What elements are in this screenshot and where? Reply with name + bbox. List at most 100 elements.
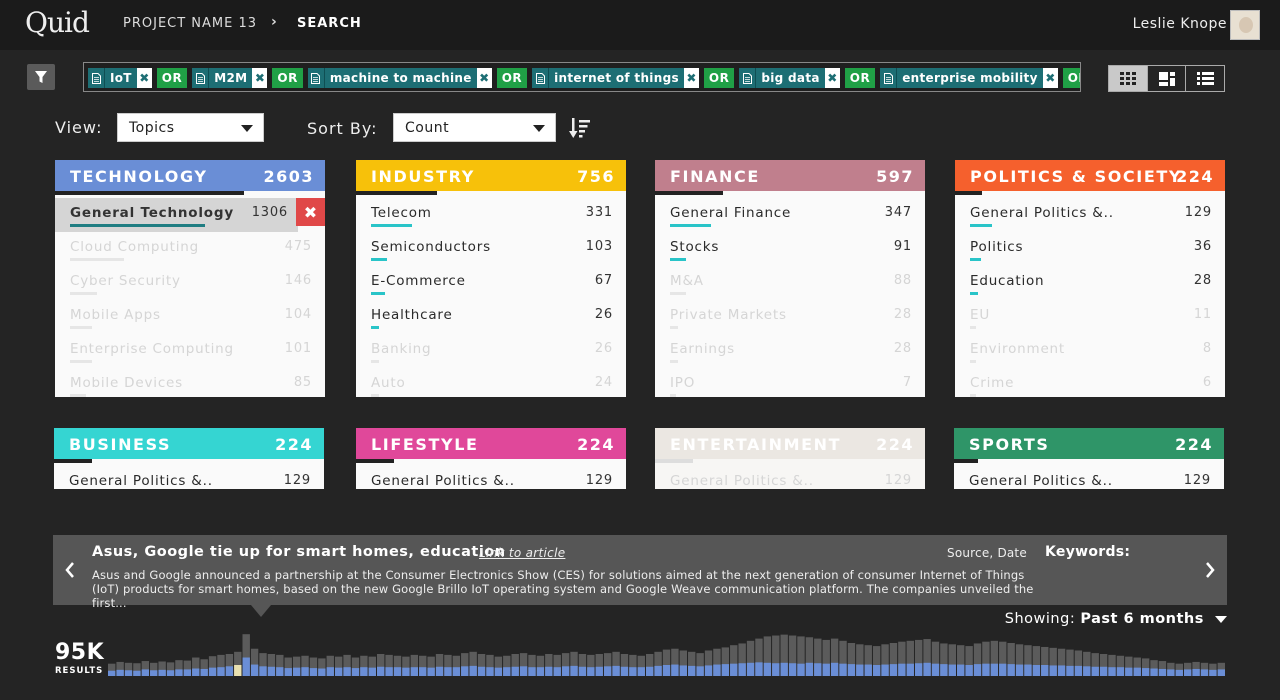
sort-select[interactable]: Count [393, 113, 556, 142]
topic-row[interactable]: Mobile Apps 104 [55, 300, 325, 334]
category-card[interactable]: BUSINESS 224 General Politics &.. 129 [54, 428, 324, 489]
histogram-bar-segment [1066, 665, 1074, 676]
topic-count: 67 [594, 273, 613, 288]
user-name[interactable]: Leslie Knope [1133, 16, 1227, 32]
topic-row[interactable]: E-Commerce 67 [356, 266, 626, 300]
topic-row[interactable]: Cyber Security 146 [55, 266, 325, 300]
histogram-bar-segment [788, 663, 797, 676]
histogram-bar-segment [486, 667, 494, 676]
grid-view-button[interactable] [1109, 66, 1148, 91]
category-card[interactable]: SPORTS 224 General Politics &.. 129 [954, 428, 1224, 489]
article-link[interactable]: Link to article [479, 546, 565, 560]
topic-row[interactable]: Enterprise Computing 101 [55, 334, 325, 368]
close-icon[interactable]: ✖ [296, 198, 325, 226]
histogram-bar-segment [957, 664, 965, 676]
card-header[interactable]: BUSINESS 224 [54, 428, 324, 459]
card-header[interactable]: LIFESTYLE 224 [356, 428, 626, 459]
histogram-bar-segment [360, 667, 368, 676]
topic-row[interactable]: Telecom 331 [356, 198, 626, 232]
topic-row[interactable]: Stocks 91 [655, 232, 925, 266]
topic-bar [970, 292, 978, 295]
topic-count: 475 [284, 239, 312, 254]
histogram-bar-segment [1074, 665, 1083, 676]
or-operator[interactable]: OR [1062, 68, 1080, 88]
breadcrumb-project[interactable]: PROJECT NAME 13 [123, 16, 257, 31]
topic-row[interactable]: Mobile Devices 85 [55, 368, 325, 397]
quid-logo[interactable]: Quid [25, 6, 90, 39]
close-icon[interactable]: ✖ [1042, 68, 1058, 88]
close-icon[interactable]: ✖ [476, 68, 492, 88]
category-card[interactable]: TECHNOLOGY 2603 General Technology 1306 ✖ Clo… [55, 160, 325, 397]
topic-bar [970, 326, 976, 329]
topic-row[interactable]: General Technology 1306 ✖ [55, 198, 325, 232]
topic-row[interactable]: General Politics &.. 129 [954, 466, 1224, 489]
chevron-left-icon[interactable] [65, 562, 75, 582]
or-operator[interactable]: OR [703, 68, 735, 88]
topic-row[interactable]: Crime 6 [955, 368, 1225, 397]
article-title[interactable]: Asus, Google tie up for smart homes, edu… [92, 544, 506, 560]
sort-order-icon[interactable] [569, 117, 591, 143]
topic-row[interactable]: Banking 26 [356, 334, 626, 368]
card-header[interactable]: TECHNOLOGY 2603 [55, 160, 325, 191]
mosaic-view-button[interactable] [1148, 66, 1187, 91]
sort-select-value: Count [405, 120, 450, 136]
category-card[interactable]: FINANCE 597 General Finance 347 Stocks 91 M&A 8… [655, 160, 925, 397]
topic-row[interactable]: M&A 88 [655, 266, 925, 300]
histogram-bar-segment [528, 667, 536, 676]
card-header[interactable]: INDUSTRY 756 [356, 160, 626, 191]
card-header[interactable]: SPORTS 224 [954, 428, 1224, 459]
query-box[interactable]: IoT ✖ OR M2M ✖ OR machine to machine ✖ OR interne… [83, 62, 1081, 92]
topic-row[interactable]: Environment 8 [955, 334, 1225, 368]
topic-row[interactable]: Education 28 [955, 266, 1225, 300]
topic-row[interactable]: Healthcare 26 [356, 300, 626, 334]
category-card[interactable]: LIFESTYLE 224 General Politics &.. 129 [356, 428, 626, 489]
category-card[interactable]: ENTERTAINMENT 224 General Politics &.. 129 [655, 428, 925, 489]
or-operator[interactable]: OR [156, 68, 188, 88]
results-histogram[interactable] [108, 632, 1226, 676]
filter-icon[interactable] [27, 64, 55, 90]
topic-bar [970, 394, 976, 397]
topic-row[interactable]: General Politics &.. 129 [356, 466, 626, 489]
or-operator[interactable]: OR [844, 68, 876, 88]
category-card[interactable]: POLITICS & SOCIETY 224 General Politics &.… [955, 160, 1225, 397]
histogram-bar-segment [679, 665, 688, 676]
card-header[interactable]: POLITICS & SOCIETY 224 [955, 160, 1225, 191]
topic-row[interactable]: General Politics &.. 129 [655, 466, 925, 489]
close-icon[interactable]: ✖ [683, 68, 699, 88]
chevron-down-icon [241, 125, 253, 132]
topic-bar [371, 292, 385, 295]
category-card[interactable]: INDUSTRY 756 Telecom 331 Semiconductors 103 E-… [356, 160, 626, 397]
topic-row[interactable]: General Politics &.. 129 [54, 466, 324, 489]
close-icon[interactable]: ✖ [136, 68, 152, 88]
time-range-selector[interactable]: Showing: Past 6 months [1005, 611, 1227, 627]
list-view-button[interactable] [1186, 66, 1224, 91]
topic-row[interactable]: Cloud Computing 475 [55, 232, 325, 266]
histogram-bar-segment [772, 663, 780, 676]
query-tag-label: machine to machine [329, 71, 472, 85]
or-operator[interactable]: OR [496, 68, 528, 88]
results-count: 95K [55, 640, 105, 665]
topic-row[interactable]: General Politics &.. 129 [955, 198, 1225, 232]
topic-row[interactable]: IPO 7 [655, 368, 925, 397]
topic-row[interactable]: Politics 36 [955, 232, 1225, 266]
topic-row[interactable]: Auto 24 [356, 368, 626, 397]
topic-row[interactable]: Private Markets 28 [655, 300, 925, 334]
close-icon[interactable]: ✖ [252, 68, 268, 88]
histogram-bar-segment [654, 665, 662, 676]
chevron-right-icon[interactable] [1205, 562, 1215, 582]
topic-row[interactable]: General Finance 347 [655, 198, 925, 232]
close-icon[interactable]: ✖ [824, 68, 840, 88]
card-header[interactable]: ENTERTAINMENT 224 [655, 428, 925, 459]
card-header[interactable]: FINANCE 597 [655, 160, 925, 191]
topic-row[interactable]: Earnings 28 [655, 334, 925, 368]
topic-bar [970, 224, 992, 227]
topic-label: Earnings [670, 341, 735, 357]
card-title: BUSINESS [69, 435, 172, 454]
view-select[interactable]: Topics [117, 113, 264, 142]
histogram-bar-segment [410, 667, 419, 676]
or-operator[interactable]: OR [272, 68, 303, 88]
topic-bar [970, 258, 981, 261]
topic-row[interactable]: EU 11 [955, 300, 1225, 334]
avatar[interactable] [1230, 10, 1260, 40]
topic-row[interactable]: Semiconductors 103 [356, 232, 626, 266]
